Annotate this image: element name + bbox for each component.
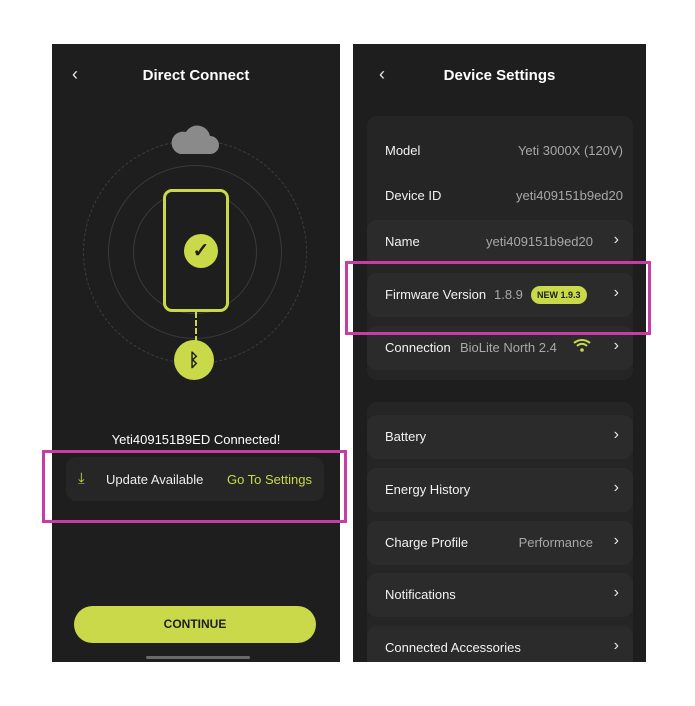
- name-label: Name: [385, 234, 420, 249]
- continue-button[interactable]: CONTINUE: [74, 606, 316, 643]
- connected-accessories-row[interactable]: Connected Accessories ›: [367, 626, 633, 662]
- highlight-box-firmware: [345, 261, 651, 335]
- notifications-label: Notifications: [385, 587, 456, 602]
- bluetooth-icon: ᛒ: [174, 340, 214, 380]
- charge-profile-row[interactable]: Charge Profile Performance ›: [367, 521, 633, 565]
- energy-history-row[interactable]: Energy History ›: [367, 468, 633, 512]
- name-row[interactable]: Name yeti409151b9ed20 ›: [367, 220, 633, 264]
- highlight-box-update: [42, 450, 347, 523]
- device-id-row: Device ID yeti409151b9ed20: [367, 174, 633, 218]
- model-row: Model Yeti 3000X (120V): [367, 129, 633, 173]
- model-label: Model: [385, 143, 421, 158]
- notifications-row[interactable]: Notifications ›: [367, 573, 633, 617]
- device-id-value: yeti409151b9ed20: [516, 188, 623, 203]
- device-id-label: Device ID: [385, 188, 442, 203]
- page-title: Direct Connect: [142, 67, 250, 84]
- battery-row[interactable]: Battery ›: [367, 415, 633, 459]
- chevron-right-icon: ›: [613, 637, 619, 654]
- chevron-right-icon: ›: [613, 532, 619, 549]
- checkmark-icon: ✓: [184, 234, 218, 268]
- chevron-right-icon: ›: [613, 426, 619, 443]
- charge-profile-label: Charge Profile: [385, 535, 469, 550]
- chevron-right-icon: ›: [613, 479, 619, 496]
- battery-label: Battery: [385, 429, 427, 444]
- connection-value: BioLite North 2.4: [460, 340, 557, 355]
- chevron-right-icon: ›: [613, 231, 619, 248]
- phone-icon: ✓: [163, 189, 229, 312]
- page-title: Device Settings: [443, 67, 556, 84]
- charge-profile-value: Performance: [518, 535, 593, 550]
- connected-accessories-label: Connected Accessories: [385, 640, 521, 655]
- chevron-right-icon: ›: [613, 584, 619, 601]
- connection-label: Connection: [385, 340, 451, 355]
- chevron-right-icon: ›: [613, 337, 619, 354]
- connection-line: [195, 312, 197, 342]
- connection-status-text: Yeti409151B9ED Connected!: [111, 432, 281, 447]
- home-indicator: [146, 656, 250, 659]
- cloud-icon: [171, 125, 219, 154]
- direct-connect-screen: ‹ Direct Connect ✓ ᛒ Yeti409151B9ED Conn…: [52, 44, 340, 662]
- energy-history-label: Energy History: [385, 482, 471, 497]
- wifi-icon: [573, 338, 591, 355]
- name-value: yeti409151b9ed20: [486, 234, 593, 249]
- model-value: Yeti 3000X (120V): [517, 143, 623, 158]
- device-settings-screen: ‹ Device Settings Model Yeti 3000X (120V…: [353, 44, 646, 662]
